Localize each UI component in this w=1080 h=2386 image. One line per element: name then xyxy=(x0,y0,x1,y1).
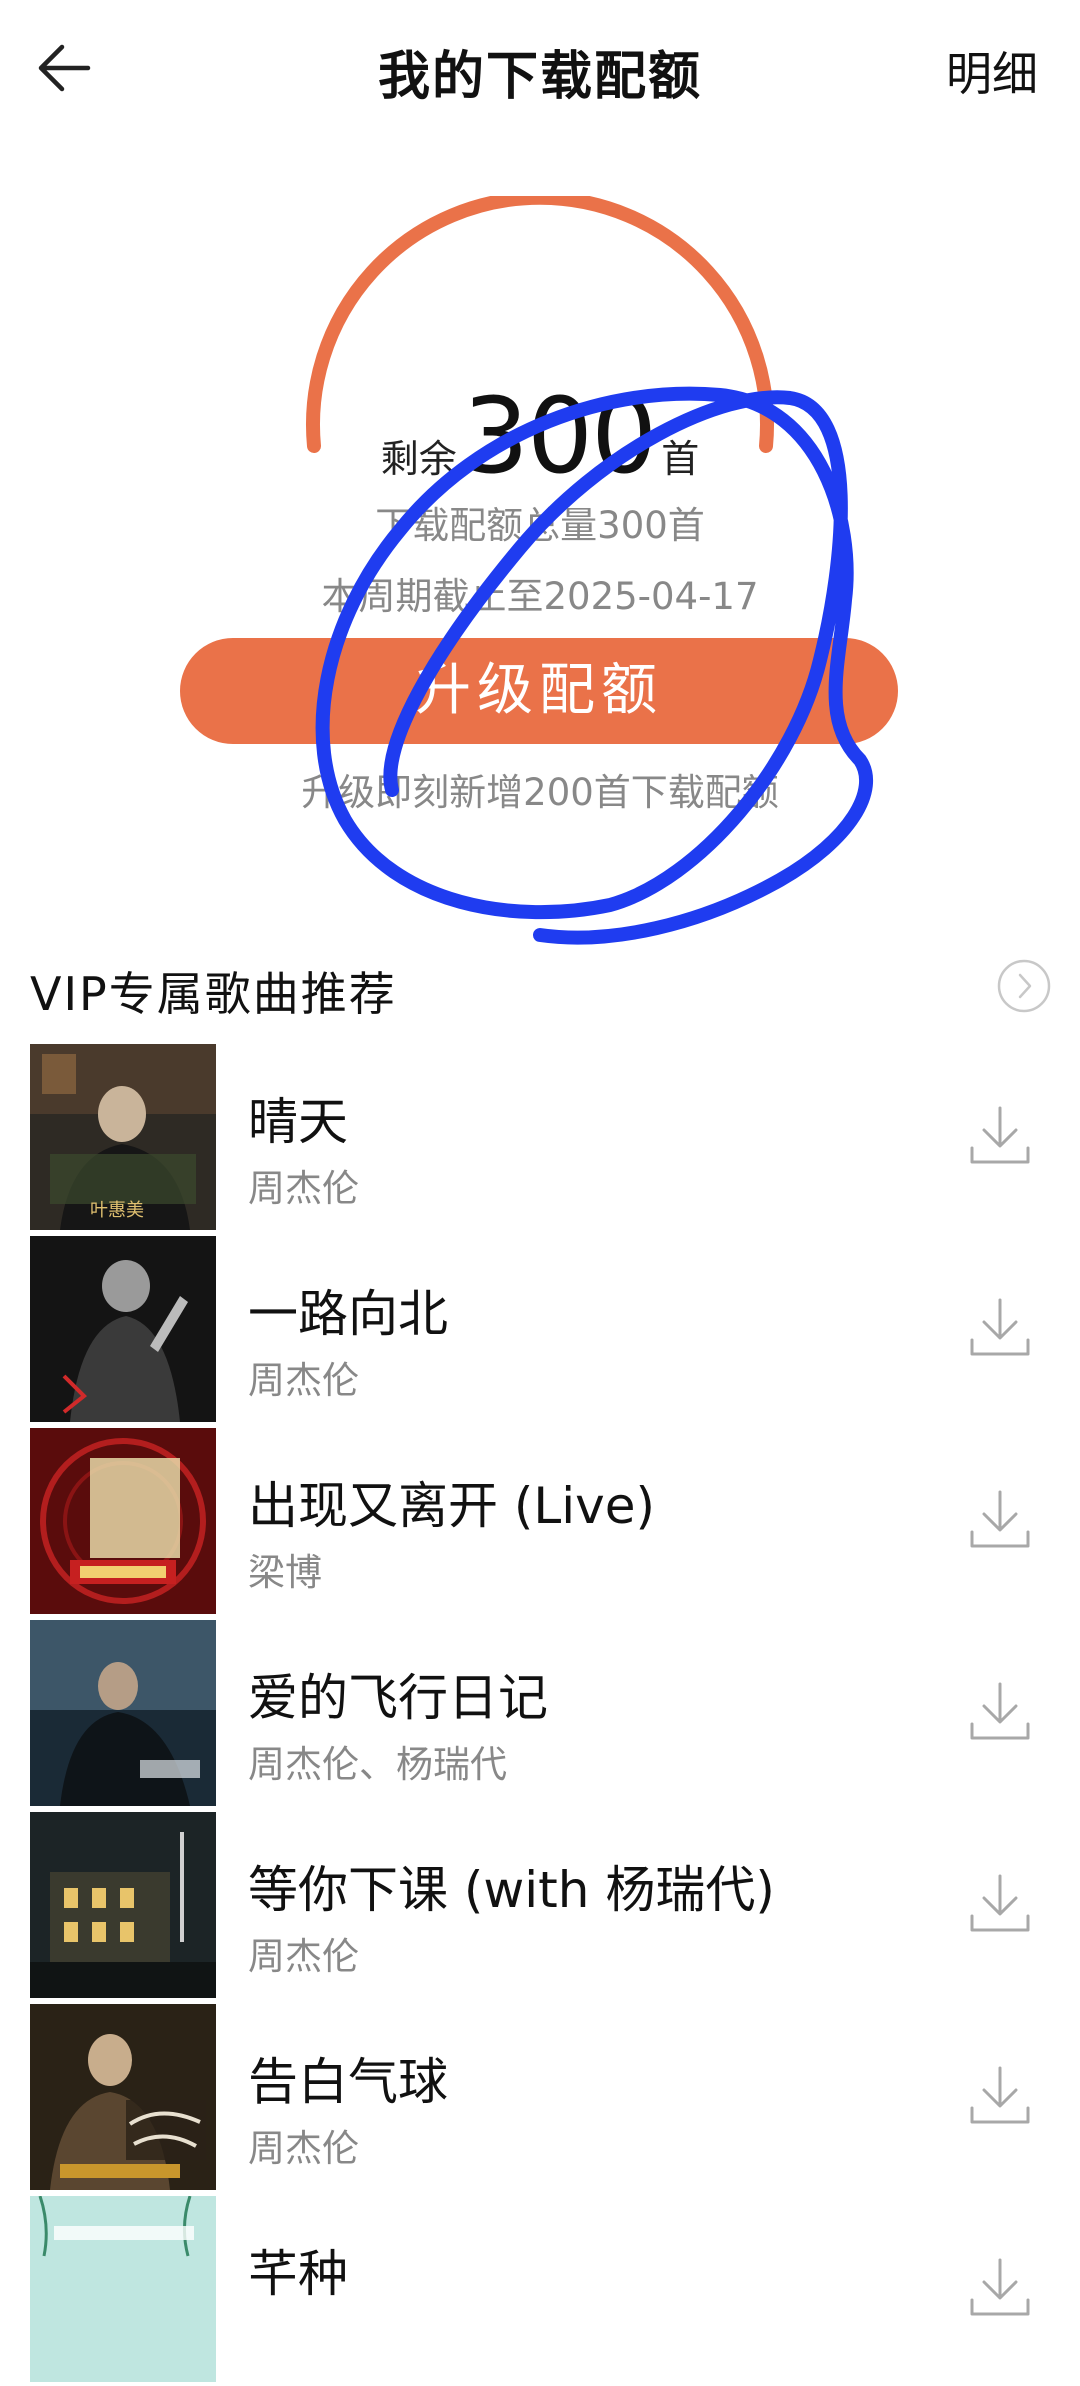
download-button[interactable] xyxy=(964,1484,1036,1556)
download-icon xyxy=(970,1682,1030,1740)
upgrade-hint-text: 升级即刻新增200首下载配额 xyxy=(301,771,779,814)
song-row[interactable]: 叶惠美 晴天 周杰伦 xyxy=(0,1042,1080,1234)
song-row[interactable]: 等你下课 (with 杨瑞代) 周杰伦 xyxy=(0,1810,1080,2002)
album-cover xyxy=(30,1812,216,1998)
song-artist: 周杰伦 xyxy=(248,1359,359,1402)
song-title: 晴天 xyxy=(248,1093,348,1151)
remaining-quota: 剩余300 首 xyxy=(0,375,1080,497)
song-row[interactable]: 告白气球 周杰伦 xyxy=(0,2002,1080,2194)
song-title: 等你下课 (with 杨瑞代) xyxy=(248,1861,775,1919)
album-cover xyxy=(30,1620,216,1806)
song-artist: 周杰伦 xyxy=(248,1935,359,1978)
download-button[interactable] xyxy=(964,1292,1036,1364)
song-row[interactable]: 芊种 xyxy=(0,2194,1080,2386)
song-title: 出现又离开 (Live) xyxy=(248,1477,656,1535)
remaining-prefix: 剩余 xyxy=(380,437,457,481)
song-row[interactable]: 出现又离开 (Live) 梁博 xyxy=(0,1426,1080,1618)
download-icon xyxy=(970,1298,1030,1356)
song-row[interactable]: 一路向北 周杰伦 xyxy=(0,1234,1080,1426)
upgrade-quota-button[interactable]: 升级配额 xyxy=(180,638,898,744)
vip-section-more-button[interactable] xyxy=(996,958,1052,1014)
download-button[interactable] xyxy=(964,1100,1036,1172)
remaining-count: 300 xyxy=(462,375,658,497)
chevron-right-circle-icon xyxy=(997,959,1051,1013)
download-button[interactable] xyxy=(964,1868,1036,1940)
song-artist: 周杰伦 xyxy=(248,1167,359,1210)
song-artist: 周杰伦 xyxy=(248,2127,359,2170)
page-title: 我的下载配额 xyxy=(377,47,702,107)
song-title: 芊种 xyxy=(248,2245,348,2303)
song-title: 告白气球 xyxy=(248,2053,448,2111)
download-icon xyxy=(970,2258,1030,2316)
svg-text:叶惠美: 叶惠美 xyxy=(90,1200,144,1221)
song-row[interactable]: 爱的飞行日记 周杰伦、杨瑞代 xyxy=(0,1618,1080,1810)
album-cover xyxy=(30,2004,216,2190)
detail-link[interactable]: 明细 xyxy=(946,38,1038,104)
album-cover: 叶惠美 xyxy=(30,1044,216,1230)
quota-deadline-text: 本周期截止至2025-04-17 xyxy=(321,575,759,618)
remaining-suffix: 首 xyxy=(661,437,700,481)
download-icon xyxy=(970,1106,1030,1164)
song-title: 爱的飞行日记 xyxy=(248,1669,548,1727)
album-cover xyxy=(30,2196,216,2382)
album-cover xyxy=(30,1428,216,1614)
song-artist: 梁博 xyxy=(248,1551,322,1594)
download-icon xyxy=(970,1490,1030,1548)
download-icon xyxy=(970,1874,1030,1932)
download-button[interactable] xyxy=(964,2060,1036,2132)
download-button[interactable] xyxy=(964,1676,1036,1748)
quota-total-text: 下载配额总量300首 xyxy=(375,504,705,547)
song-title: 一路向北 xyxy=(248,1285,448,1343)
top-bar: 我的下载配额 明细 xyxy=(0,0,1080,136)
vip-section-title: VIP专属歌曲推荐 xyxy=(30,967,397,1021)
download-icon xyxy=(970,2066,1030,2124)
song-artist: 周杰伦、杨瑞代 xyxy=(248,1743,507,1786)
album-cover xyxy=(30,1236,216,1422)
download-button[interactable] xyxy=(964,2252,1036,2324)
vip-song-list: 叶惠美 晴天 周杰伦 一路向北 周杰伦 出现又离开 (Live) 梁博 爱的飞行… xyxy=(0,1042,1080,2386)
